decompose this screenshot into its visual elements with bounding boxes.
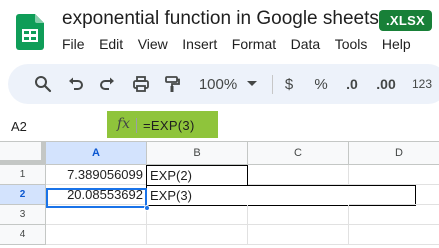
decrease-decimal-button[interactable]: .0 — [339, 64, 365, 104]
menu-tools[interactable]: Tools — [335, 36, 368, 52]
menu-file[interactable]: File — [62, 36, 85, 52]
row-header-4[interactable]: 4 — [0, 225, 46, 245]
menu-edit[interactable]: Edit — [99, 36, 123, 52]
redo-icon[interactable] — [96, 64, 118, 104]
chevron-down-icon[interactable] — [246, 64, 258, 104]
column-header-c[interactable]: C — [248, 142, 349, 165]
decrease-decimal-label: .0 — [346, 76, 358, 92]
toolbar-divider — [272, 75, 273, 94]
cell-b4[interactable] — [147, 225, 248, 245]
cell-c1[interactable] — [248, 165, 349, 185]
menu-insert[interactable]: Insert — [182, 36, 217, 52]
row-header-2[interactable]: 2 — [0, 185, 46, 205]
freeze-row-handle[interactable] — [0, 160, 46, 164]
increase-decimal-label: .00 — [376, 76, 396, 92]
zoom-select[interactable]: 100% — [196, 64, 240, 104]
row-header-3[interactable]: 3 — [0, 205, 46, 225]
cell-a3[interactable] — [46, 205, 147, 225]
fill-handle[interactable] — [144, 205, 150, 211]
currency-format-button[interactable]: $ — [282, 64, 296, 104]
cell-b1[interactable]: EXP(2) — [146, 165, 248, 186]
select-all-corner[interactable] — [0, 142, 46, 165]
increase-decimal-button[interactable]: .00 — [370, 64, 402, 104]
menu-help[interactable]: Help — [382, 36, 411, 52]
document-title[interactable]: exponential function in Google sheets — [62, 8, 379, 30]
column-header-d[interactable]: D — [349, 142, 439, 165]
cell-a4[interactable] — [46, 225, 147, 245]
menu-data[interactable]: Data — [291, 36, 321, 52]
formula-divider — [136, 118, 137, 133]
cell-d4[interactable] — [349, 225, 439, 245]
toolbar: 100% $ % .0 .00 123 — [8, 64, 439, 104]
menu-view[interactable]: View — [138, 36, 168, 52]
cell-d2[interactable] — [349, 185, 439, 205]
cell-c4[interactable] — [248, 225, 349, 245]
name-box-value: A2 — [11, 119, 27, 134]
cell-b3[interactable] — [147, 205, 248, 225]
paint-format-icon[interactable] — [161, 64, 183, 104]
sheets-logo-icon[interactable] — [14, 14, 46, 50]
formula-input[interactable]: =EXP(3) — [143, 118, 195, 133]
print-icon[interactable] — [130, 64, 152, 104]
percent-format-button[interactable]: % — [311, 64, 331, 104]
undo-icon[interactable] — [65, 64, 87, 104]
column-header-a[interactable]: A — [46, 142, 147, 165]
column-header-b[interactable]: B — [147, 142, 248, 165]
search-icon[interactable] — [32, 64, 54, 104]
menu-format[interactable]: Format — [232, 36, 276, 52]
cell-a1[interactable]: 7.389056099 — [46, 165, 147, 185]
fx-icon: fx — [117, 116, 131, 132]
formula-bar: A2 fx =EXP(3) — [0, 111, 439, 140]
menu-bar: File Edit View Insert Format Data Tools … — [62, 36, 425, 52]
cell-a2[interactable]: 20.08553692 — [46, 185, 147, 205]
cell-c3[interactable] — [248, 205, 349, 225]
file-format-badge: .XLSX — [379, 10, 432, 31]
spreadsheet-grid: A B C D 1 2 3 4 7.389056099 EXP(2) 20.08… — [0, 141, 439, 248]
cell-d1[interactable] — [349, 165, 439, 185]
row-header-1[interactable]: 1 — [0, 165, 46, 185]
cell-d3[interactable] — [349, 205, 439, 225]
number-format-button[interactable]: 123 — [410, 64, 434, 104]
